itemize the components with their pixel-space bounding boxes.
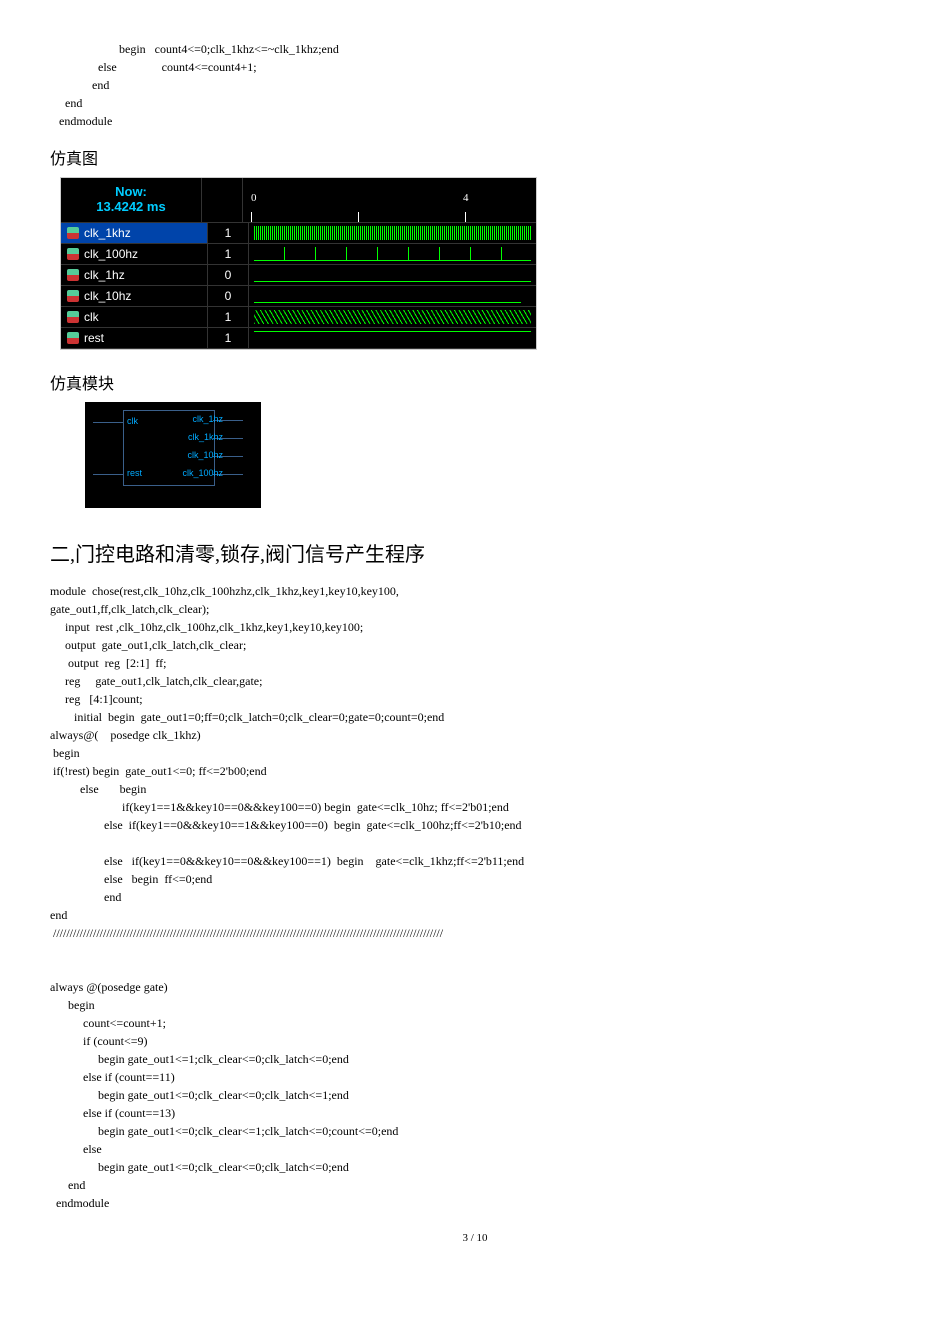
wave-signal-trace	[249, 265, 536, 285]
port-label: clk_100hz	[182, 468, 223, 478]
heading-sim-diagram: 仿真图	[50, 145, 900, 169]
wave-signal-trace	[249, 328, 536, 348]
wave-signal-name[interactable]: rest	[61, 328, 208, 348]
heading-sim-block: 仿真模块	[50, 370, 900, 394]
heading-section-2: 二,门控电路和清零,锁存,阀门信号产生程序	[50, 538, 900, 567]
signal-icon	[67, 332, 79, 344]
port-label: rest	[127, 468, 142, 478]
wave-signal-trace	[249, 244, 536, 264]
wave-signal-value: 0	[208, 265, 249, 285]
wave-tick-0: 0	[251, 192, 257, 204]
block-diagram: clk rest clk_1hz clk_1khz clk_10hz clk_1…	[85, 402, 261, 508]
wave-now-cell: Now: 13.4242 ms	[61, 178, 202, 223]
wave-signal-value: 0	[208, 286, 249, 306]
wave-signal-value: 1	[208, 223, 249, 243]
code-block-main: module chose(rest,clk_10hz,clk_100hzhz,c…	[50, 582, 900, 1212]
signal-icon	[67, 311, 79, 323]
port-label: clk_1hz	[192, 414, 223, 424]
wave-signal-name[interactable]: clk_1hz	[61, 265, 208, 285]
wave-signal-name[interactable]: clk	[61, 307, 208, 327]
waveform-viewer: Now: 13.4242 ms 0 4 clk_1khz 1 clk_100hz…	[60, 177, 537, 350]
wave-now-time: 13.4242 ms	[61, 199, 201, 214]
wave-signal-trace	[249, 223, 536, 243]
wave-signal-name[interactable]: clk_1khz	[61, 223, 208, 243]
wave-signal-value: 1	[208, 244, 249, 264]
wave-value-header	[202, 178, 243, 223]
page-footer: 3 / 10	[50, 1232, 900, 1244]
wave-signal-value: 1	[208, 328, 249, 348]
signal-icon	[67, 227, 79, 239]
wave-tick-1: 4	[463, 192, 469, 204]
signal-icon	[67, 269, 79, 281]
wave-signal-trace	[249, 286, 536, 306]
port-label: clk_1khz	[188, 432, 223, 442]
code-block-top: begin count4<=0;clk_1khz<=~clk_1khz;end …	[50, 40, 900, 130]
wave-signal-value: 1	[208, 307, 249, 327]
wave-now-label: Now:	[61, 184, 201, 199]
port-label: clk	[127, 416, 138, 426]
signal-icon	[67, 290, 79, 302]
wave-signal-name[interactable]: clk_100hz	[61, 244, 208, 264]
wave-signal-name[interactable]: clk_10hz	[61, 286, 208, 306]
wave-signal-trace	[249, 307, 536, 327]
wave-timeline: 0 4	[243, 178, 536, 223]
signal-icon	[67, 248, 79, 260]
port-label: clk_10hz	[187, 450, 223, 460]
